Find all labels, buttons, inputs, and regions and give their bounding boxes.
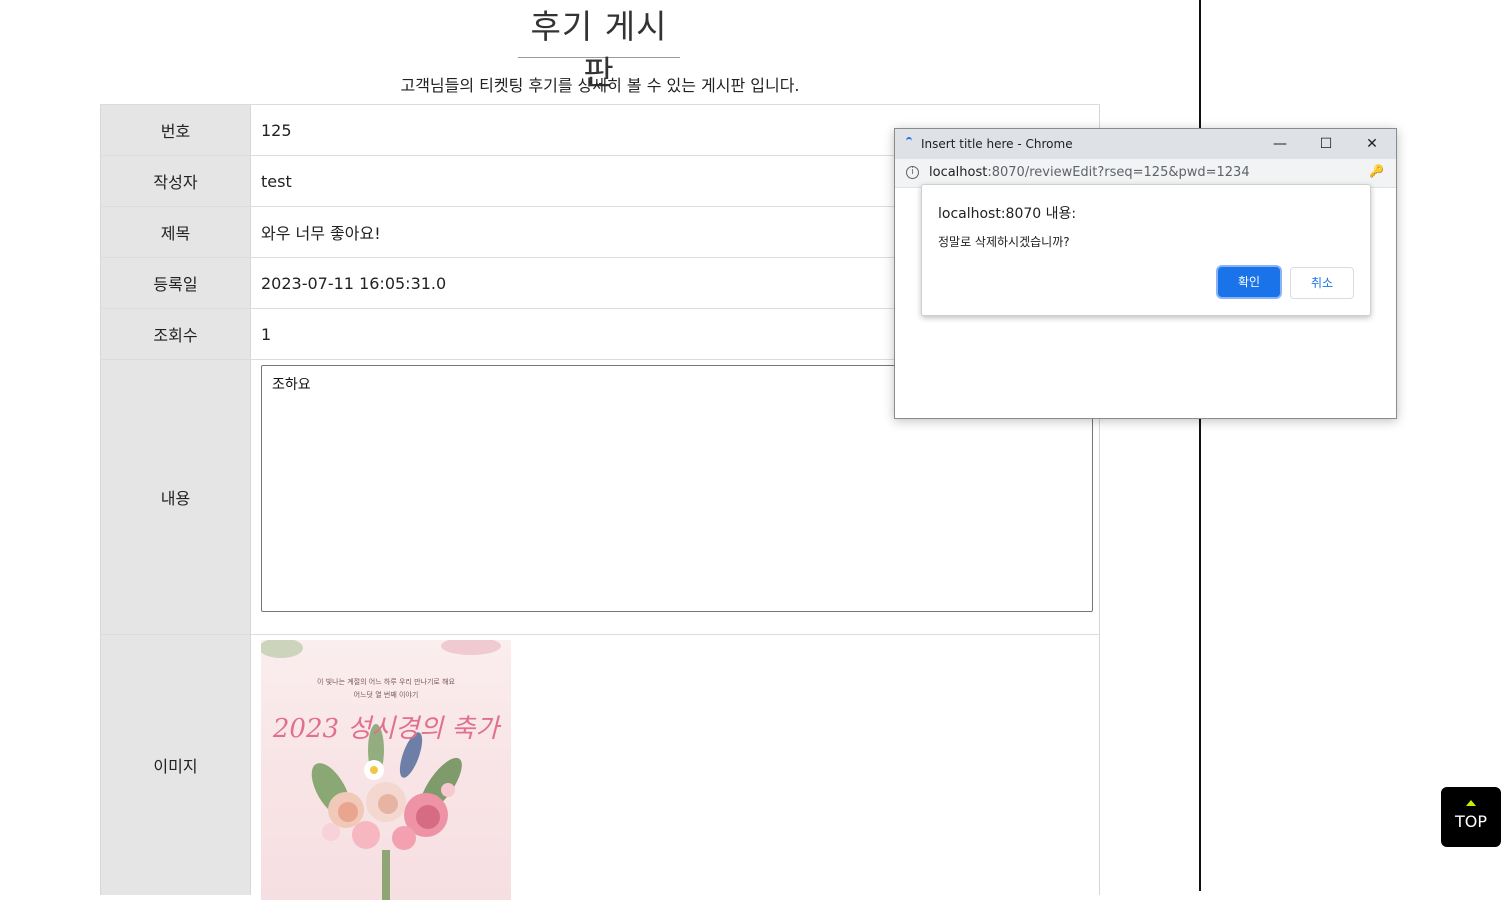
dialog-title: localhost:8070 내용:	[938, 206, 1077, 222]
popup-window-title: Insert title here - Chrome	[921, 137, 1073, 151]
top-button-label: TOP	[1454, 812, 1487, 831]
confirm-cancel-button[interactable]: 취소	[1290, 267, 1354, 299]
label-writer: 작성자	[100, 156, 251, 206]
chrome-popup-window: Insert title here - Chrome — ☐ ✕ i local…	[894, 128, 1397, 419]
url-path: :8070/reviewEdit?rseq=125&pwd=1234	[987, 165, 1250, 180]
url-host: localhost	[929, 165, 988, 180]
label-views: 조회수	[100, 309, 251, 359]
loading-spinner-icon	[906, 137, 912, 145]
scroll-top-button[interactable]: TOP	[1441, 787, 1501, 847]
row-image: 이미지 이 빛나는 계절의 어느 하루 우리 만나기로 해요 어느덧 열 번째 …	[100, 634, 1100, 900]
label-image: 이미지	[100, 635, 251, 895]
minimize-button[interactable]: —	[1257, 129, 1303, 159]
page-subtitle: 고객님들의 티켓팅 후기를 상세히 볼 수 있는 게시판 입니다.	[400, 76, 800, 95]
key-icon[interactable]: 🔑	[1369, 164, 1384, 178]
label-content: 내용	[100, 360, 251, 634]
popup-titlebar[interactable]: Insert title here - Chrome — ☐ ✕	[895, 129, 1396, 159]
page-title: 후기 게시판	[518, 4, 680, 92]
arrow-up-icon	[1466, 800, 1476, 806]
poster-title: 2023 성시경의 축가	[272, 714, 500, 744]
image-cell: 이 빛나는 계절의 어느 하루 우리 만나기로 해요 어느덧 열 번째 이야기 …	[251, 635, 1100, 900]
popup-url[interactable]: localhost:8070/reviewEdit?rseq=125&pwd=1…	[929, 165, 1250, 180]
label-subject: 제목	[100, 207, 251, 257]
confirm-dialog: localhost:8070 내용: 정말로 삭제하시겠습니까? 확인 취소	[921, 184, 1371, 316]
poster-line-1: 이 빛나는 계절의 어느 하루 우리 만나기로 해요	[317, 678, 455, 686]
close-window-button[interactable]: ✕	[1349, 129, 1395, 159]
label-number: 번호	[100, 105, 251, 155]
info-icon[interactable]: i	[906, 166, 919, 179]
label-date: 등록일	[100, 258, 251, 308]
poster-line-2: 어느덧 열 번째 이야기	[353, 691, 419, 699]
dialog-message: 정말로 삭제하시겠습니까?	[938, 235, 1070, 249]
confirm-ok-button[interactable]: 확인	[1218, 267, 1280, 297]
maximize-button[interactable]: ☐	[1303, 129, 1349, 159]
review-image: 이 빛나는 계절의 어느 하루 우리 만나기로 해요 어느덧 열 번째 이야기 …	[261, 640, 511, 900]
